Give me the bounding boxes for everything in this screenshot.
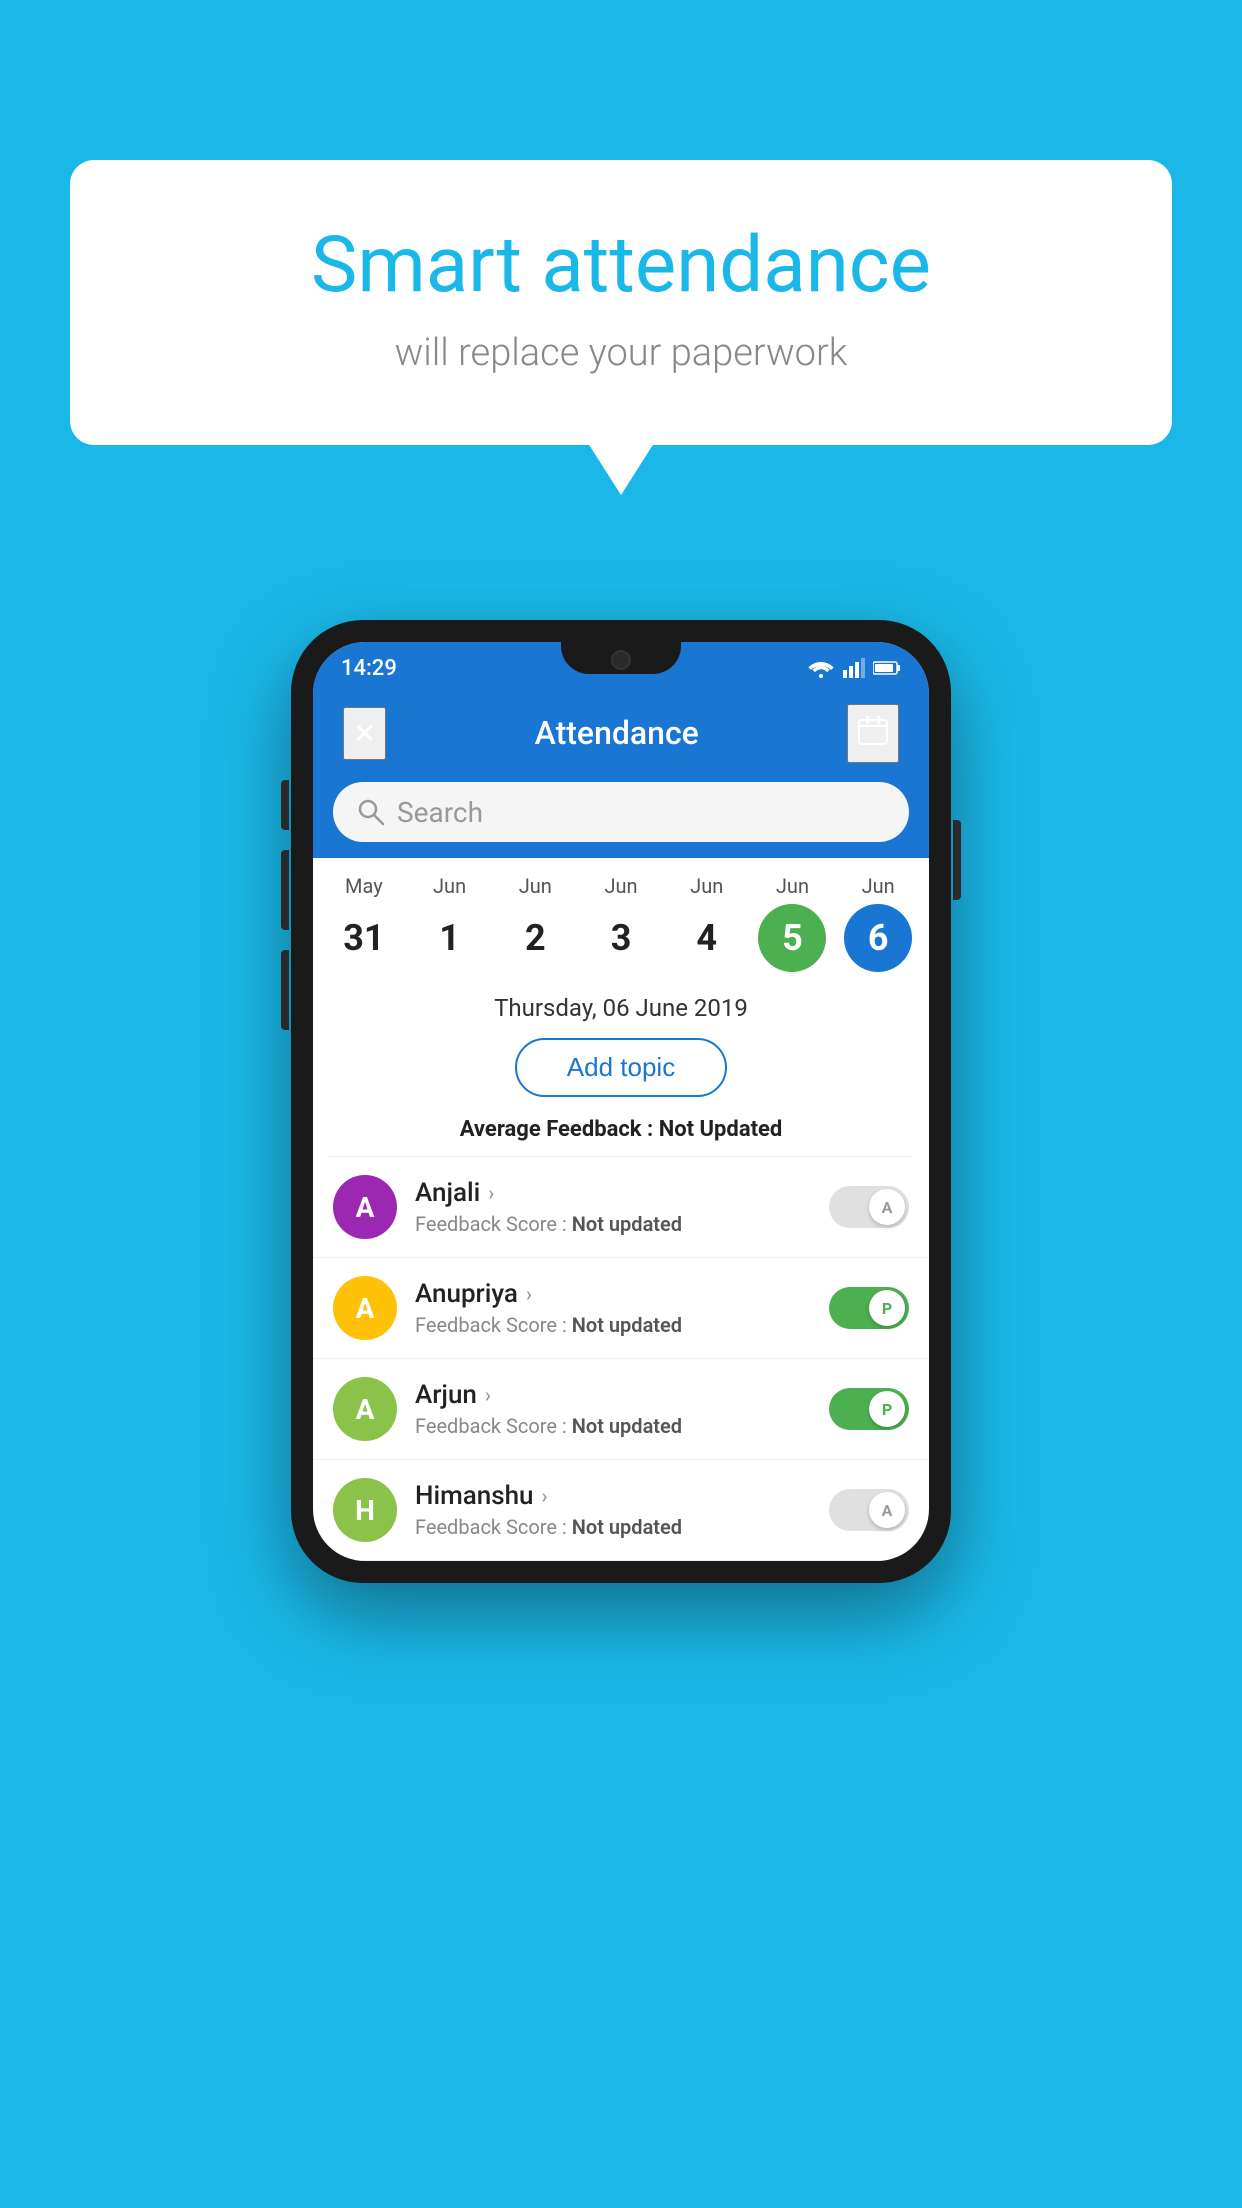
- status-icons: [807, 658, 901, 678]
- toggle-knob: A: [869, 1492, 905, 1528]
- phone-screen: 14:29: [313, 642, 929, 1561]
- cal-month-label: Jun: [690, 874, 723, 898]
- attendance-toggle[interactable]: A: [829, 1186, 909, 1228]
- feedback-value: Not Updated: [659, 1117, 783, 1142]
- cal-month-label: Jun: [862, 874, 895, 898]
- student-name: Anupriya ›: [415, 1279, 811, 1309]
- speech-bubble-container: Smart attendance will replace your paper…: [70, 160, 1172, 445]
- app-bar-title: Attendance: [535, 714, 699, 752]
- student-info: Himanshu › Feedback Score : Not updated: [415, 1481, 811, 1539]
- attendance-toggle[interactable]: P: [829, 1388, 909, 1430]
- attendance-toggle[interactable]: P: [829, 1287, 909, 1329]
- search-bar-container: Search: [313, 772, 929, 858]
- cal-month-label: Jun: [433, 874, 466, 898]
- calendar-day[interactable]: Jun 5: [752, 874, 834, 972]
- list-item[interactable]: A Anupriya › Feedback Score : Not updated P: [313, 1258, 929, 1359]
- search-bar[interactable]: Search: [333, 782, 909, 842]
- cal-date-label: 1: [416, 904, 484, 972]
- speech-bubble: Smart attendance will replace your paper…: [70, 160, 1172, 445]
- cal-date-label: 6: [844, 904, 912, 972]
- calendar-day[interactable]: May 31: [323, 874, 405, 972]
- list-item[interactable]: A Anjali › Feedback Score : Not updated A: [313, 1157, 929, 1258]
- speech-bubble-subtitle: will replace your paperwork: [150, 331, 1092, 375]
- cal-date-label: 3: [587, 904, 655, 972]
- close-button[interactable]: ✕: [343, 707, 386, 760]
- speech-bubble-title: Smart attendance: [150, 220, 1092, 311]
- student-info: Anjali › Feedback Score : Not updated: [415, 1178, 811, 1236]
- list-item[interactable]: A Arjun › Feedback Score : Not updated P: [313, 1359, 929, 1460]
- battery-icon: [873, 660, 901, 676]
- cal-month-label: Jun: [519, 874, 552, 898]
- status-time: 14:29: [341, 656, 397, 681]
- calendar-strip: May 31 Jun 1 Jun 2 Jun 3 Jun 4 Jun 5 Jun 6: [313, 858, 929, 982]
- toggle-knob: P: [869, 1290, 905, 1326]
- toggle-knob: A: [869, 1189, 905, 1225]
- avatar: A: [333, 1276, 397, 1340]
- search-icon: [357, 798, 385, 826]
- app-bar: ✕ Attendance: [313, 694, 929, 772]
- student-info: Arjun › Feedback Score : Not updated: [415, 1380, 811, 1438]
- feedback-summary: Average Feedback : Not Updated: [313, 1113, 929, 1156]
- calendar-day[interactable]: Jun 4: [666, 874, 748, 972]
- selected-date-label: Thursday, 06 June 2019: [313, 982, 929, 1030]
- calendar-day[interactable]: Jun 3: [580, 874, 662, 972]
- volume-down-button: [281, 950, 289, 1030]
- calendar-day[interactable]: Jun 6: [837, 874, 919, 972]
- cal-month-label: Jun: [776, 874, 809, 898]
- attendance-toggle[interactable]: A: [829, 1489, 909, 1531]
- cal-date-label: 31: [330, 904, 398, 972]
- avatar: H: [333, 1478, 397, 1542]
- cal-date-label: 4: [673, 904, 741, 972]
- calendar-day[interactable]: Jun 2: [494, 874, 576, 972]
- phone-wrapper: 14:29: [291, 620, 951, 1583]
- power-button: [953, 820, 961, 900]
- student-feedback: Feedback Score : Not updated: [415, 1313, 811, 1337]
- student-feedback: Feedback Score : Not updated: [415, 1515, 811, 1539]
- calendar-day[interactable]: Jun 1: [409, 874, 491, 972]
- student-feedback: Feedback Score : Not updated: [415, 1212, 811, 1236]
- feedback-label: Average Feedback :: [460, 1117, 659, 1142]
- student-info: Anupriya › Feedback Score : Not updated: [415, 1279, 811, 1337]
- search-input[interactable]: Search: [397, 796, 483, 829]
- avatar: A: [333, 1377, 397, 1441]
- cal-month-label: Jun: [604, 874, 637, 898]
- phone-notch: [561, 642, 681, 674]
- phone-outer: 14:29: [291, 620, 951, 1583]
- toggle-knob: P: [869, 1391, 905, 1427]
- student-feedback: Feedback Score : Not updated: [415, 1414, 811, 1438]
- wifi-icon: [807, 658, 835, 678]
- cal-date-label: 5: [758, 904, 826, 972]
- student-name: Arjun ›: [415, 1380, 811, 1410]
- avatar: A: [333, 1175, 397, 1239]
- volume-up-button: [281, 850, 289, 930]
- add-topic-button[interactable]: Add topic: [515, 1038, 727, 1097]
- student-name: Himanshu ›: [415, 1481, 811, 1511]
- calendar-button[interactable]: [847, 704, 899, 763]
- calendar-icon: [857, 714, 889, 746]
- list-item[interactable]: H Himanshu › Feedback Score : Not updated A: [313, 1460, 929, 1561]
- cal-date-label: 2: [501, 904, 569, 972]
- signal-icon: [843, 658, 865, 678]
- cal-month-label: May: [345, 874, 383, 898]
- student-list: AAnjali ›Feedback Score : Not updatedAAA…: [313, 1157, 929, 1561]
- mute-button: [281, 780, 289, 830]
- front-camera: [611, 650, 631, 670]
- student-name: Anjali ›: [415, 1178, 811, 1208]
